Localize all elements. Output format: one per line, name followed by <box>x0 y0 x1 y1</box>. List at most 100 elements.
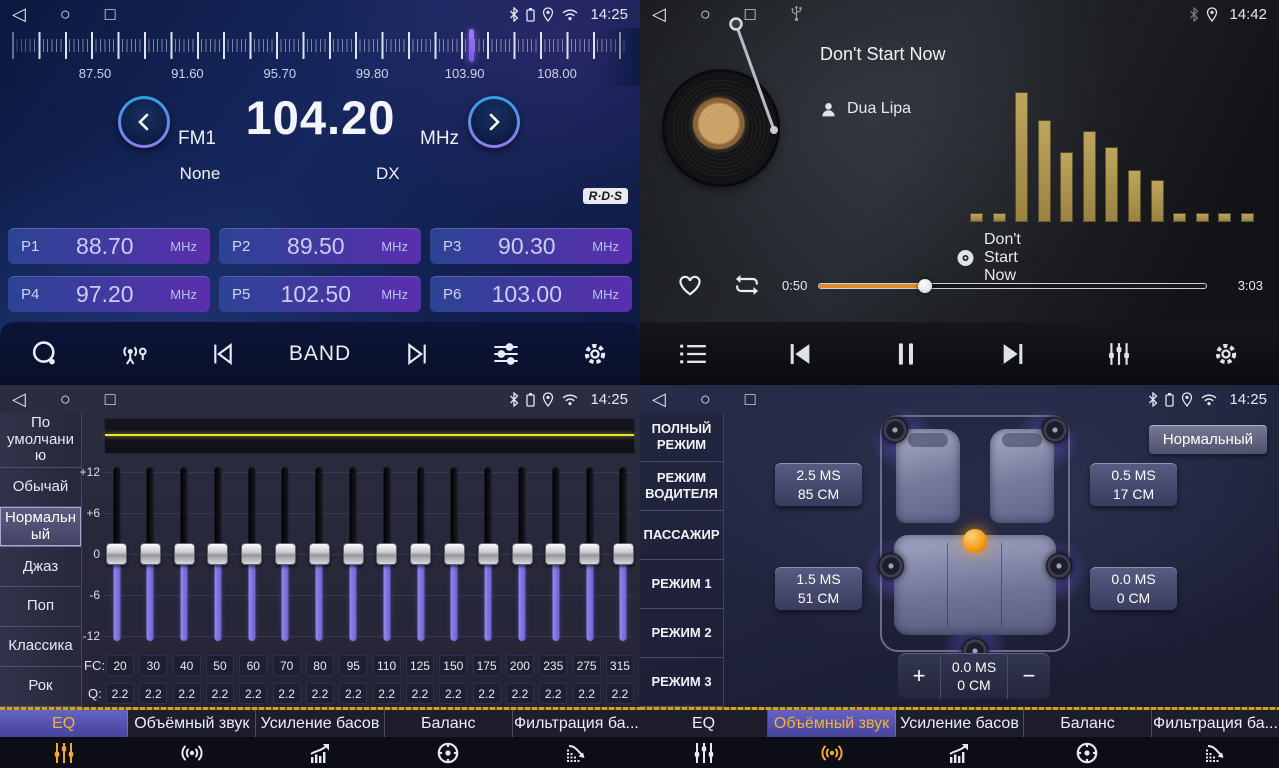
audio-settings-icon[interactable] <box>482 330 530 378</box>
next-track-button[interactable] <box>989 330 1037 378</box>
tab-balance[interactable]: Баланс <box>385 710 513 737</box>
eq-band-slider[interactable] <box>478 463 499 645</box>
mode-item[interactable]: ПАССАЖИР <box>640 511 723 560</box>
mode-item[interactable]: ПОЛНЫЙ РЕЖИМ <box>640 413 723 462</box>
recents-icon[interactable]: □ <box>745 5 756 23</box>
eq-band-slider[interactable] <box>309 463 330 645</box>
eq-band-slider[interactable] <box>545 463 566 645</box>
eq-preset-item[interactable]: Рок <box>0 667 81 707</box>
frequency-ruler[interactable]: 87.5091.6095.7099.80103.90108.00 <box>0 28 640 86</box>
band-button[interactable]: BAND <box>289 342 351 366</box>
eq-sliders-icon[interactable] <box>1095 330 1143 378</box>
rear-left-delay-button[interactable]: 1.5 MS 51 CM <box>775 567 862 610</box>
repeat-icon[interactable] <box>732 273 762 297</box>
bass-boost-icon[interactable] <box>256 741 384 765</box>
eq-sliders-icon[interactable] <box>640 741 768 765</box>
back-icon[interactable]: ◁ <box>652 390 666 408</box>
pause-button[interactable] <box>882 330 930 378</box>
scan-button[interactable] <box>21 330 69 378</box>
recents-icon[interactable]: □ <box>105 390 116 408</box>
surround-icon[interactable] <box>768 741 896 765</box>
tuning-indicator[interactable] <box>469 29 474 62</box>
balance-icon[interactable] <box>1023 740 1151 766</box>
rear-right-speaker-icon[interactable] <box>1046 553 1072 579</box>
eq-band-slider[interactable] <box>106 463 127 645</box>
eq-band-slider[interactable] <box>376 463 397 645</box>
eq-band-slider[interactable] <box>613 463 634 645</box>
eq-preset-item[interactable]: Джаз <box>0 547 81 587</box>
broadcast-st-button[interactable] <box>110 330 158 378</box>
eq-sliders-icon[interactable] <box>0 741 128 765</box>
mode-item[interactable]: РЕЖИМ 3 <box>640 658 723 707</box>
previous-button[interactable] <box>199 330 247 378</box>
eq-band-slider[interactable] <box>275 463 296 645</box>
tab-eq-sliders[interactable]: EQ <box>640 710 768 737</box>
tab-balance[interactable]: Баланс <box>1024 710 1152 737</box>
preset-button-p2[interactable]: P289.50MHz <box>219 228 421 264</box>
home-icon[interactable]: ○ <box>700 390 711 408</box>
home-icon[interactable]: ○ <box>60 5 71 23</box>
tab-bass-boost[interactable]: Усиление басов <box>896 710 1024 737</box>
balance-icon[interactable] <box>384 740 512 766</box>
next-button[interactable] <box>393 330 441 378</box>
eq-band-slider[interactable] <box>241 463 262 645</box>
recents-icon[interactable]: □ <box>745 390 756 408</box>
front-left-speaker-icon[interactable] <box>882 417 908 443</box>
front-right-speaker-icon[interactable] <box>1042 417 1068 443</box>
progress-knob[interactable] <box>918 279 932 293</box>
mode-item[interactable]: РЕЖИМ 2 <box>640 609 723 658</box>
eq-band-slider[interactable] <box>444 463 465 645</box>
slider-handle[interactable] <box>207 543 228 565</box>
back-icon[interactable]: ◁ <box>12 5 26 23</box>
back-icon[interactable]: ◁ <box>652 5 666 23</box>
home-icon[interactable]: ○ <box>700 5 711 23</box>
slider-handle[interactable] <box>512 543 533 565</box>
filter-icon[interactable] <box>512 741 640 765</box>
slider-handle[interactable] <box>613 543 634 565</box>
eq-band-slider[interactable] <box>140 463 161 645</box>
mode-item[interactable]: РЕЖИМ ВОДИТЕЛЯ <box>640 462 723 511</box>
eq-preset-item[interactable]: Обычай <box>0 468 81 508</box>
slider-handle[interactable] <box>275 543 296 565</box>
slider-handle[interactable] <box>140 543 161 565</box>
mode-item[interactable]: РЕЖИМ 1 <box>640 560 723 609</box>
tab-bass-boost[interactable]: Усиление басов <box>256 710 384 737</box>
playlist-icon[interactable] <box>669 330 717 378</box>
eq-preset-item[interactable]: Нормальный <box>0 507 81 547</box>
filter-icon[interactable] <box>1151 741 1279 765</box>
eq-band-slider[interactable] <box>174 463 195 645</box>
recents-icon[interactable]: □ <box>105 5 116 23</box>
slider-handle[interactable] <box>410 543 431 565</box>
preset-button-p3[interactable]: P390.30MHz <box>430 228 632 264</box>
slider-handle[interactable] <box>376 543 397 565</box>
settings-gear-icon[interactable] <box>1202 330 1250 378</box>
settings-gear-icon[interactable] <box>571 330 619 378</box>
slider-handle[interactable] <box>174 543 195 565</box>
slider-handle[interactable] <box>478 543 499 565</box>
seek-up-button[interactable] <box>468 96 520 148</box>
eq-band-slider[interactable] <box>512 463 533 645</box>
preset-button-p5[interactable]: P5102.50MHz <box>219 276 421 312</box>
sound-preset-button[interactable]: Нормальный <box>1149 425 1267 454</box>
tab-surround[interactable]: Объёмный звук <box>128 710 256 737</box>
eq-band-slider[interactable] <box>410 463 431 645</box>
slider-handle[interactable] <box>343 543 364 565</box>
slider-handle[interactable] <box>309 543 330 565</box>
front-left-delay-button[interactable]: 2.5 MS 85 CM <box>775 463 862 506</box>
tab-surround[interactable]: Объёмный звук <box>768 710 896 737</box>
eq-band-slider[interactable] <box>579 463 600 645</box>
listening-position-dot[interactable] <box>963 529 987 553</box>
tab-filter[interactable]: Фильтрация ба... <box>513 710 640 737</box>
tab-filter[interactable]: Фильтрация ба... <box>1152 710 1279 737</box>
eq-band-slider[interactable] <box>207 463 228 645</box>
favorite-heart-icon[interactable] <box>676 271 704 297</box>
front-right-delay-button[interactable]: 0.5 MS 17 CM <box>1090 463 1177 506</box>
slider-handle[interactable] <box>579 543 600 565</box>
back-icon[interactable]: ◁ <box>12 390 26 408</box>
preset-button-p1[interactable]: P188.70MHz <box>8 228 210 264</box>
surround-icon[interactable] <box>128 741 256 765</box>
slider-handle[interactable] <box>545 543 566 565</box>
slider-handle[interactable] <box>444 543 465 565</box>
eq-preset-item[interactable]: По умолчанию <box>0 413 81 468</box>
preset-button-p6[interactable]: P6103.00MHz <box>430 276 632 312</box>
